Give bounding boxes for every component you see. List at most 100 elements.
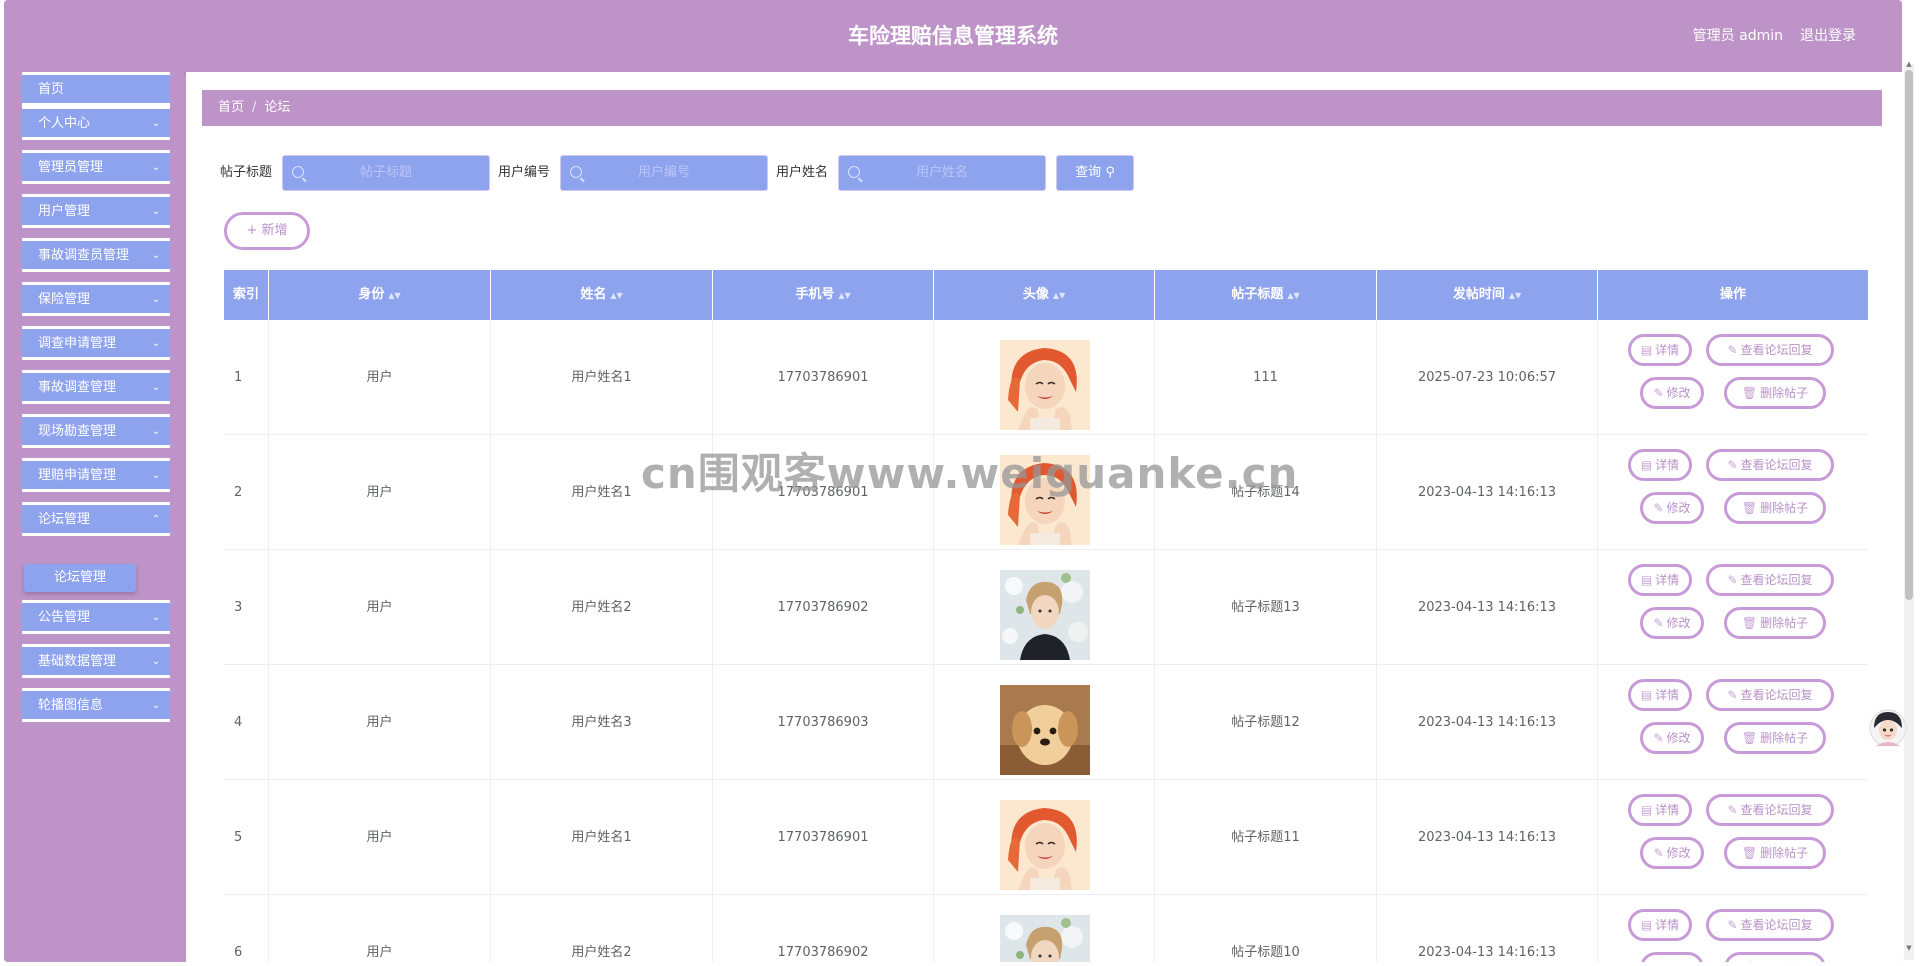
scroll-up-arrow-icon[interactable]: ▲ [1905, 60, 1913, 68]
sidebar-item-notice-management[interactable]: 公告管理 ⌄ [22, 600, 170, 634]
sort-icon[interactable]: ▲▼ [1287, 291, 1299, 300]
view-replies-button[interactable]: ✎ 查看论坛回复 [1706, 449, 1834, 481]
edit-button-label: 修改 [1666, 386, 1691, 400]
search-icon: ⚲ [1105, 165, 1115, 180]
cell-post-title: 111 [1155, 320, 1377, 435]
column-header-post-time[interactable]: 发帖时间 ▲▼ [1377, 270, 1598, 320]
sidebar-item-personal-center[interactable]: 个人中心 ⌄ [22, 106, 170, 140]
detail-button[interactable]: ▤ 详情 [1628, 909, 1692, 941]
detail-button[interactable]: ▤ 详情 [1628, 794, 1692, 826]
sidebar-item-investigator-management[interactable]: 事故调查员管理 ⌄ [22, 238, 170, 272]
view-replies-button[interactable]: ✎ 查看论坛回复 [1706, 334, 1834, 366]
sidebar-item-user-management[interactable]: 用户管理 ⌄ [22, 194, 170, 228]
view-replies-button[interactable]: ✎ 查看论坛回复 [1706, 909, 1834, 941]
detail-button[interactable]: ▤ 详情 [1628, 679, 1692, 711]
column-header-name[interactable]: 姓名 ▲▼ [491, 270, 713, 320]
detail-button[interactable]: ▤ 详情 [1628, 564, 1692, 596]
breadcrumb-home[interactable]: 首页 [218, 100, 244, 115]
edit-button[interactable]: ✎修改 [1640, 492, 1704, 524]
sidebar-item-label: 事故调查管理 [38, 380, 117, 395]
column-header-label: 帖子标题 [1231, 287, 1284, 302]
avatar[interactable] [999, 800, 1090, 890]
add-button-label: 新增 [261, 223, 288, 238]
cell-avatar [934, 665, 1155, 780]
logout-link[interactable]: 退出登录 [1800, 0, 1856, 72]
cell-post-time: 2023-04-13 14:16:13 [1377, 780, 1598, 895]
detail-button-label: 详情 [1655, 573, 1680, 587]
delete-post-button[interactable]: 🗑删除帖子 [1724, 722, 1826, 754]
sidebar-item-claim-application[interactable]: 理赔申请管理 ⌄ [22, 458, 170, 492]
sidebar-item-label: 管理员管理 [38, 160, 104, 175]
detail-button-label: 详情 [1655, 688, 1680, 702]
sidebar-item-investigation-application[interactable]: 调查申请管理 ⌄ [22, 326, 170, 360]
cell-actions: ▤详情 ✎查看论坛回复 ✎修改 🗑删除帖子 [1598, 895, 1868, 962]
delete-post-button-label: 删除帖子 [1760, 616, 1809, 630]
detail-button[interactable]: ▤ 详情 [1628, 449, 1692, 481]
sidebar-item-accident-investigation[interactable]: 事故调查管理 ⌄ [22, 370, 170, 404]
sidebar-item-label: 论坛管理 [38, 512, 91, 527]
cell-identity: 用户 [269, 895, 491, 962]
avatar[interactable] [999, 340, 1090, 430]
post-title-input[interactable]: 帖子标题 [282, 155, 490, 191]
trash-icon: 🗑 [1741, 846, 1758, 860]
column-header-identity[interactable]: 身份 ▲▼ [269, 270, 491, 320]
edit-button[interactable]: ✎修改 [1640, 952, 1704, 962]
cell-actions: ▤详情 ✎查看论坛回复✎修改 🗑删除帖子 [1598, 665, 1868, 780]
cell-post-time: 2023-04-13 14:16:13 [1377, 435, 1598, 550]
cell-phone: 17703786902 [713, 550, 934, 665]
sidebar-item-label: 首页 [38, 82, 65, 97]
delete-post-button[interactable]: 🗑删除帖子 [1724, 607, 1826, 639]
sidebar-item-site-survey[interactable]: 现场勘查管理 ⌄ [22, 414, 170, 448]
table-row: 5 用户 用户姓名1 17703786901 帖子标题11 2023-04-13 14:1… [224, 780, 1868, 895]
avatar[interactable] [999, 570, 1090, 660]
scroll-down-arrow-icon[interactable]: ▼ [1905, 944, 1913, 952]
add-button[interactable]: + 新增 [224, 212, 310, 250]
sort-icon[interactable]: ▲▼ [1053, 291, 1065, 300]
avatar[interactable] [999, 685, 1090, 775]
sidebar-subitem-forum-management[interactable]: 论坛管理 [24, 564, 136, 592]
view-replies-button[interactable]: ✎ 查看论坛回复 [1706, 794, 1834, 826]
user-name-input[interactable]: 用户姓名 [838, 155, 1046, 191]
trash-icon: 🗑 [1741, 386, 1758, 400]
sort-icon[interactable]: ▲▼ [1509, 291, 1521, 300]
chevron-down-icon: ⌄ [151, 206, 160, 217]
cell-name: 用户姓名2 [491, 550, 713, 665]
scrollbar-thumb[interactable] [1905, 70, 1913, 600]
cell-avatar [934, 895, 1155, 962]
delete-post-button[interactable]: 🗑删除帖子 [1724, 837, 1826, 869]
cell-name: 用户姓名2 [491, 895, 713, 962]
column-header-phone[interactable]: 手机号 ▲▼ [713, 270, 934, 320]
delete-post-button[interactable]: 🗑删除帖子 [1724, 952, 1826, 962]
detail-button[interactable]: ▤ 详情 [1628, 334, 1692, 366]
sidebar-item-insurance-management[interactable]: 保险管理 ⌄ [22, 282, 170, 316]
view-replies-button[interactable]: ✎ 查看论坛回复 [1706, 679, 1834, 711]
edit-button[interactable]: ✎修改 [1640, 837, 1704, 869]
sidebar-item-admin-management[interactable]: 管理员管理 ⌄ [22, 150, 170, 184]
sidebar-item-label: 个人中心 [38, 116, 91, 131]
edit-button[interactable]: ✎修改 [1640, 722, 1704, 754]
sort-icon[interactable]: ▲▼ [838, 291, 850, 300]
edit-button[interactable]: ✎修改 [1640, 377, 1704, 409]
assistant-avatar-icon[interactable] [1868, 706, 1908, 748]
column-header-avatar[interactable]: 头像 ▲▼ [934, 270, 1155, 320]
column-header-post-title[interactable]: 帖子标题 ▲▼ [1155, 270, 1377, 320]
cell-post-time: 2023-04-13 14:16:13 [1377, 665, 1598, 780]
edit-button-label: 修改 [1666, 731, 1691, 745]
delete-post-button[interactable]: 🗑删除帖子 [1724, 492, 1826, 524]
user-number-input[interactable]: 用户编号 [560, 155, 768, 191]
sidebar-item-carousel-info[interactable]: 轮播图信息 ⌄ [22, 688, 170, 722]
sort-icon[interactable]: ▲▼ [388, 291, 400, 300]
query-button[interactable]: 查询 ⚲ [1056, 155, 1134, 191]
sort-icon[interactable]: ▲▼ [610, 291, 622, 300]
view-replies-button[interactable]: ✎ 查看论坛回复 [1706, 564, 1834, 596]
edit-button[interactable]: ✎修改 [1640, 607, 1704, 639]
sidebar-item-home[interactable]: 首页 [22, 72, 170, 106]
sidebar-item-forum-management[interactable]: 论坛管理 ⌃ [22, 502, 170, 536]
avatar[interactable] [999, 915, 1090, 962]
delete-post-button[interactable]: 🗑删除帖子 [1724, 377, 1826, 409]
user-number-placeholder: 用户编号 [637, 165, 690, 180]
sidebar-item-basic-data[interactable]: 基础数据管理 ⌄ [22, 644, 170, 678]
cell-post-title: 帖子标题11 [1155, 780, 1377, 895]
column-header-label: 手机号 [795, 287, 835, 302]
document-icon: ▤ [1640, 458, 1653, 472]
